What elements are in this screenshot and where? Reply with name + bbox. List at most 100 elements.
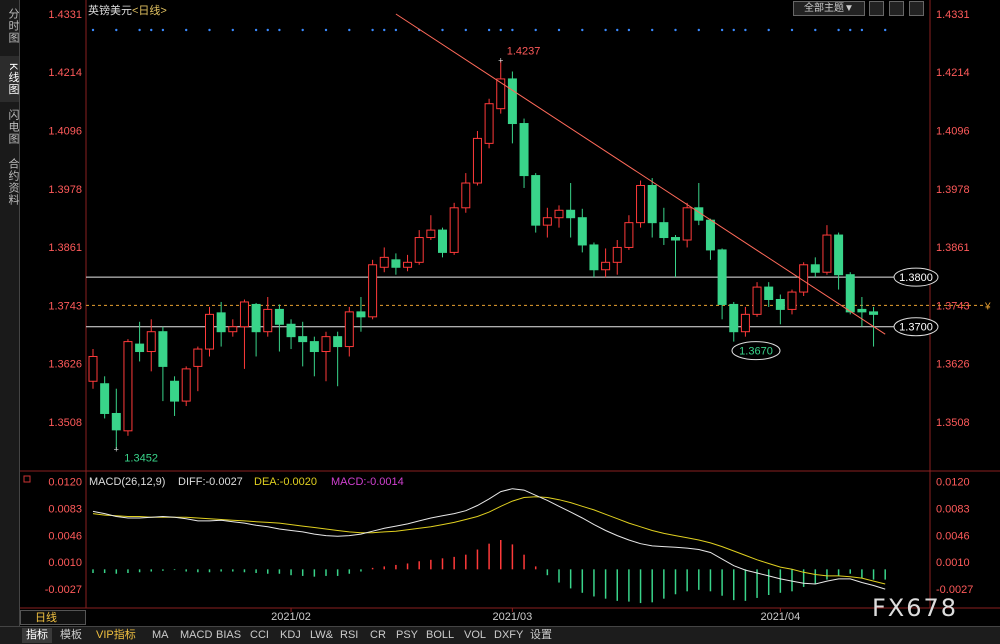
macd-legend: MACD:-0.0014 [331, 476, 404, 488]
candle-body [775, 298, 785, 310]
theme-button[interactable]: 全部主题▼ [793, 1, 865, 16]
indicator-tab[interactable]: VIP指标 [92, 628, 140, 643]
macd-tick-label-left: 0.0046 [48, 531, 82, 543]
sidebar-tab-contract-info[interactable]: 合约资料 [0, 152, 19, 212]
candle-body [449, 207, 459, 253]
macd-tick-label-left: 0.0120 [48, 476, 82, 488]
candle-body [531, 175, 541, 226]
candle [368, 259, 378, 320]
grid-dot [231, 28, 234, 32]
symbol-name: 英镑美元 [88, 5, 132, 17]
price-tick-label-right: 1.3626 [936, 358, 970, 370]
grid-dot [697, 28, 700, 32]
dea-legend: DEA:-0.0020 [254, 476, 317, 488]
price-tick-label-right: 1.4096 [936, 125, 970, 137]
candle-body [484, 103, 494, 144]
candle-body [729, 303, 739, 333]
indicator-tab[interactable]: VOL [460, 628, 490, 643]
indicator-tab[interactable]: MA [148, 628, 173, 643]
period-selector[interactable]: 日线 [20, 610, 86, 625]
candle-body [403, 261, 413, 268]
indicator-tab[interactable]: 指标 [22, 628, 52, 643]
indicator-tab[interactable]: BIAS [212, 628, 245, 643]
price-tick-label-left: 1.3978 [48, 184, 82, 196]
grid-dot [383, 28, 386, 32]
indicator-tab[interactable]: RSI [336, 628, 362, 643]
chart-canvas[interactable]: 1.4331 1.4214 1.4096 1.3978 1.3861 1.3743 1.36… [0, 0, 1000, 626]
indicator-tab[interactable]: LW& [306, 628, 337, 643]
grid-dot [138, 28, 141, 32]
indicator-tab[interactable]: BOLL [422, 628, 458, 643]
current-price-marker: ¥ [984, 301, 991, 312]
candle-body [647, 184, 657, 224]
sidebar: 分时图 K线图 闪电图 合约资料 [0, 0, 20, 626]
price-tick-label-left: 1.4096 [48, 125, 82, 137]
candle-body [274, 308, 284, 325]
candle-body [717, 249, 727, 305]
candle-body [869, 311, 879, 315]
candle-body [146, 331, 156, 353]
watermark-logo: FX678 [872, 594, 959, 622]
candle-body [764, 286, 774, 300]
candle-body [88, 355, 98, 382]
candle-body [787, 291, 797, 310]
grid-dot [860, 28, 864, 32]
low-callout-label: 1.3670 [739, 346, 773, 358]
candle-body [170, 380, 180, 402]
grid-dot [464, 28, 467, 32]
grid-dot [814, 28, 817, 32]
indicator-tab[interactable]: 设置 [526, 628, 556, 643]
level-callout-label: 1.3700 [899, 322, 933, 334]
sidebar-tab-kline[interactable]: K线图 [0, 56, 19, 102]
candle-body [822, 234, 832, 273]
period-label[interactable]: <日线> [132, 5, 167, 17]
sidebar-tab-timeshare[interactable]: 分时图 [0, 2, 19, 50]
indicator-tab[interactable]: DXFY [490, 628, 527, 643]
grid-dot [499, 28, 502, 32]
close-icon[interactable] [909, 1, 924, 16]
indicator-tab[interactable]: MACD [176, 628, 216, 643]
candle-body [554, 209, 564, 219]
candle-body [589, 244, 599, 271]
candle-body [298, 336, 308, 343]
candle-body [740, 313, 750, 333]
price-tick-label-right: 1.3861 [936, 242, 970, 254]
macd-tick-label-left: 0.0083 [48, 503, 82, 515]
grid-dot [441, 28, 444, 32]
price-tick-label-right: 1.3508 [936, 417, 970, 429]
candle-body [181, 368, 191, 402]
price-tick-label-left: 1.4331 [48, 9, 82, 21]
candle-body [507, 78, 517, 125]
indicator-tab[interactable]: CR [366, 628, 390, 643]
grid-dot [732, 28, 735, 32]
indicator-tab[interactable]: PSY [392, 628, 422, 643]
grid-dot [837, 28, 840, 32]
level-callout-label: 1.3800 [899, 272, 933, 284]
price-tick-label-left: 1.3508 [48, 417, 82, 429]
candle-body [205, 313, 214, 350]
candle-body [612, 246, 622, 263]
candle-body [135, 343, 145, 353]
candle-body [705, 219, 715, 251]
indicator-tab[interactable]: KDJ [276, 628, 305, 643]
candle-body [752, 286, 762, 315]
indicator-tab[interactable]: CCI [246, 628, 273, 643]
restore-icon[interactable] [869, 1, 884, 16]
grid-dot [604, 28, 607, 32]
candle-body [542, 217, 552, 226]
grid-dot [674, 28, 677, 32]
settings-icon[interactable] [889, 1, 904, 16]
candle [845, 272, 855, 315]
sidebar-tab-lightning[interactable]: 闪电图 [0, 104, 19, 150]
date-tick-label: 2021/02 [271, 611, 311, 623]
candle-body [391, 259, 401, 268]
candle-body [601, 261, 611, 271]
candle-body [671, 237, 680, 241]
grid-dot [744, 28, 747, 32]
candle-body [426, 229, 436, 239]
grid-dot [767, 28, 770, 32]
candle [484, 98, 494, 149]
indicator-tab[interactable]: 模板 [56, 628, 86, 643]
candle-body [228, 326, 238, 333]
grid-dot [534, 28, 537, 32]
